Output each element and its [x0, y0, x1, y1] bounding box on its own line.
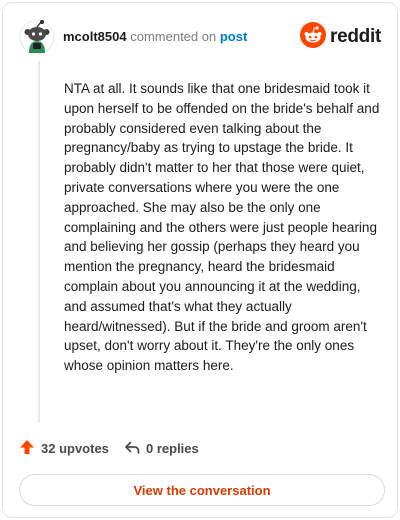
thread-line[interactable] — [38, 61, 40, 423]
reddit-logo-icon — [300, 21, 327, 53]
upvote-arrow-icon — [19, 439, 41, 458]
reply-button[interactable]: 0 replies — [124, 439, 199, 458]
reply-count: 0 replies — [146, 441, 199, 456]
post-link[interactable]: post — [220, 29, 247, 44]
upvote-button[interactable]: 32 upvotes — [19, 439, 109, 458]
brand-wordmark: reddit — [330, 26, 381, 47]
comment-actions: 32 upvotes 0 replies — [19, 439, 381, 461]
reddit-brand[interactable]: reddit — [300, 21, 381, 53]
action-text: commented on — [130, 29, 217, 44]
username-link[interactable]: mcolt8504 — [63, 29, 127, 44]
view-conversation-button[interactable]: View the conversation — [19, 474, 385, 506]
reply-arrow-icon — [124, 439, 146, 458]
comment-card: mcolt8504 commented on post reddit NTA a… — [2, 2, 398, 518]
comment-header: mcolt8504 commented on post reddit — [19, 17, 381, 57]
comment-body: NTA at all. It sounds like that one brid… — [64, 81, 380, 374]
user-avatar-icon[interactable] — [19, 19, 55, 55]
upvote-count: 32 upvotes — [41, 441, 109, 456]
author-line: mcolt8504 commented on post — [63, 29, 247, 44]
